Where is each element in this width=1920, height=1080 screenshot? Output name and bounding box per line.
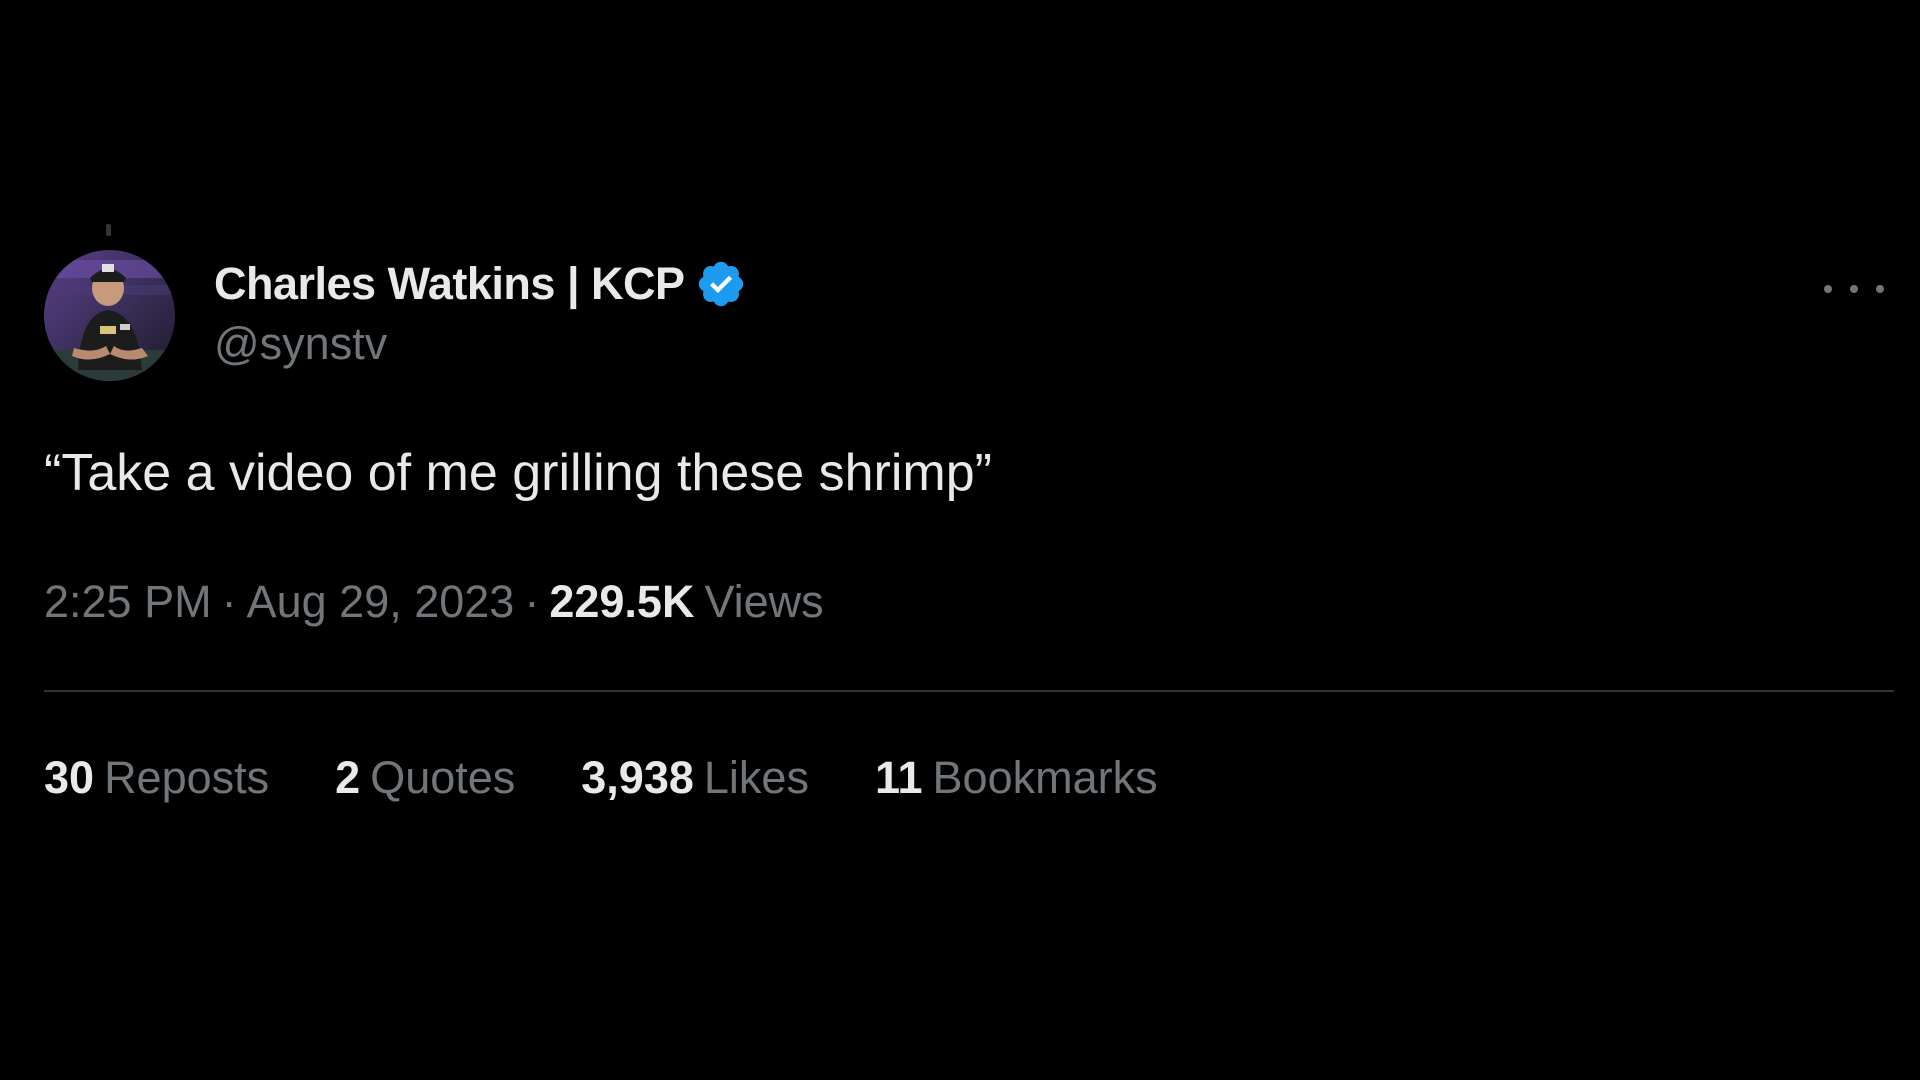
meta-separator: · (221, 576, 237, 627)
engagement-stats: 30 Reposts 2 Quotes 3,938 Likes 11 Bookm… (44, 752, 1224, 804)
tweet-date[interactable]: Aug 29, 2023 (247, 576, 515, 628)
meta-separator: · (524, 576, 540, 627)
thread-connector-line (106, 224, 111, 236)
quotes-label: Quotes (370, 752, 516, 803)
reposts-label: Reposts (104, 752, 270, 803)
verified-badge-icon[interactable] (695, 258, 747, 310)
tweet-time[interactable]: 2:25 PM (44, 576, 212, 628)
likes-count: 3,938 (581, 752, 694, 803)
display-name[interactable]: Charles Watkins | KCP (214, 258, 685, 310)
likes-label: Likes (703, 752, 809, 803)
bookmarks-label: Bookmarks (932, 752, 1158, 803)
reposts-count: 30 (44, 752, 95, 803)
views-count: 229.5K (549, 576, 695, 627)
reposts-stat[interactable]: 30 Reposts (44, 752, 269, 804)
avatar[interactable] (44, 250, 175, 381)
more-horizontal-icon-dot (1876, 285, 1884, 293)
bookmarks-stat[interactable]: 11 Bookmarks (875, 752, 1158, 804)
more-horizontal-icon-dot (1850, 285, 1858, 293)
divider (44, 690, 1894, 692)
tweet-text: “Take a video of me grilling these shrim… (44, 444, 992, 502)
tweet-metadata: 2:25 PM · Aug 29, 2023 · 229.5K Views (44, 576, 824, 628)
avatar-image (44, 250, 175, 381)
likes-stat[interactable]: 3,938 Likes (581, 752, 809, 804)
author-names: Charles Watkins | KCP @synstv (214, 256, 747, 370)
more-options-button[interactable] (1824, 274, 1884, 304)
quotes-count: 2 (335, 752, 361, 803)
author-handle[interactable]: @synstv (214, 318, 747, 370)
tweet-header: Charles Watkins | KCP @synstv (44, 250, 1894, 382)
views-label: Views (704, 576, 824, 627)
display-name-row: Charles Watkins | KCP (214, 256, 747, 312)
more-horizontal-icon (1824, 285, 1832, 293)
quotes-stat[interactable]: 2 Quotes (335, 752, 515, 804)
bookmarks-count: 11 (874, 752, 923, 803)
